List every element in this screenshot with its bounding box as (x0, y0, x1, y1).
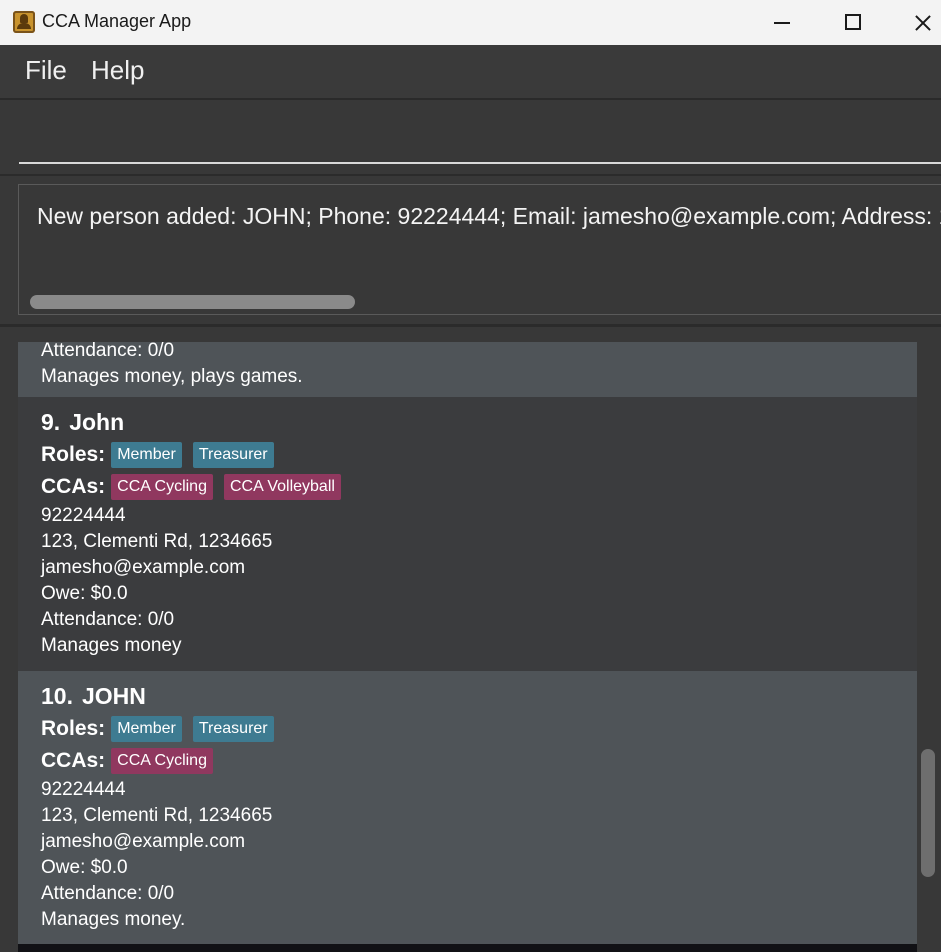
minimize-button[interactable] (752, 0, 812, 45)
attendance-text: Attendance: 0/0 (41, 340, 175, 361)
remark-text: Manages money, plays games. (41, 366, 303, 387)
address-text: 123, Clementi Rd, 1234665 (41, 805, 273, 826)
address-text: 123, Clementi Rd, 1234665 (41, 531, 273, 552)
email-text: jamesho@example.com (41, 557, 246, 578)
person-name-text: John (69, 409, 125, 435)
ccas-row: CCAs: CCA Cycling CCA Volleyball (41, 471, 917, 503)
person-name: 10. JOHN (41, 679, 917, 713)
roles-row: Roles: Member Treasurer (41, 713, 917, 745)
roles-label: Roles: (41, 717, 106, 740)
command-input[interactable] (19, 108, 941, 164)
email-text: jamesho@example.com (41, 831, 246, 852)
maximize-button[interactable] (822, 0, 882, 45)
person-index: 9. (41, 409, 61, 435)
result-text: New person added: JOHN; Phone: 92224444;… (37, 203, 941, 229)
result-horizontal-scrollbar[interactable] (30, 295, 355, 309)
menu-file[interactable]: File (25, 55, 67, 86)
command-box (0, 100, 941, 176)
result-display[interactable]: New person added: JOHN; Phone: 92224444;… (18, 184, 941, 315)
remark-text: Manages money. (41, 909, 186, 930)
attendance-text: Attendance: 0/0 (41, 883, 175, 904)
phone-text: 92224444 (41, 779, 126, 800)
list-scrollbar-thumb[interactable] (921, 749, 935, 877)
remark-text: Manages money (41, 635, 182, 656)
person-card-partial[interactable]: Attendance: 0/0 Manages money, plays gam… (18, 340, 917, 397)
menu-bar: File Help (0, 45, 941, 100)
role-tag: Member (111, 716, 182, 742)
roles-row: Roles: Member Treasurer (41, 439, 917, 471)
role-tag: Member (111, 442, 182, 468)
menu-help[interactable]: Help (91, 55, 144, 86)
person-list[interactable]: Attendance: 0/0 Manages money, plays gam… (0, 327, 941, 952)
person-name-text: JOHN (81, 683, 146, 709)
person-card[interactable]: 9. John Roles: Member Treasurer CCAs: CCA… (18, 397, 917, 671)
owe-text: Owe: $0.0 (41, 857, 128, 878)
cca-tag: CCA Cycling (111, 748, 213, 774)
maximize-icon (845, 14, 861, 30)
close-button[interactable] (891, 0, 941, 45)
role-tag: Treasurer (192, 716, 274, 742)
owe-text: Owe: $0.0 (41, 583, 128, 604)
minimize-icon (774, 22, 790, 24)
result-display-panel: New person added: JOHN; Phone: 92224444;… (0, 176, 941, 327)
phone-text: 92224444 (41, 505, 126, 526)
ccas-label: CCAs: (41, 749, 106, 772)
title-bar: CCA Manager App (0, 0, 941, 46)
app-icon (13, 11, 35, 33)
ccas-row: CCAs: CCA Cycling (41, 745, 917, 777)
person-card[interactable]: 10. JOHN Roles: Member Treasurer CCAs: CC… (18, 671, 917, 944)
roles-label: Roles: (41, 443, 106, 466)
person-name: 9. John (41, 405, 917, 439)
attendance-text: Attendance: 0/0 (41, 609, 175, 630)
role-tag: Treasurer (192, 442, 274, 468)
person-index: 10. (41, 683, 73, 709)
cca-tag: CCA Volleyball (223, 474, 341, 500)
window-title: CCA Manager App (42, 11, 192, 31)
cca-tag: CCA Cycling (111, 474, 213, 500)
list-bottom-edge (18, 944, 917, 952)
ccas-label: CCAs: (41, 475, 106, 498)
